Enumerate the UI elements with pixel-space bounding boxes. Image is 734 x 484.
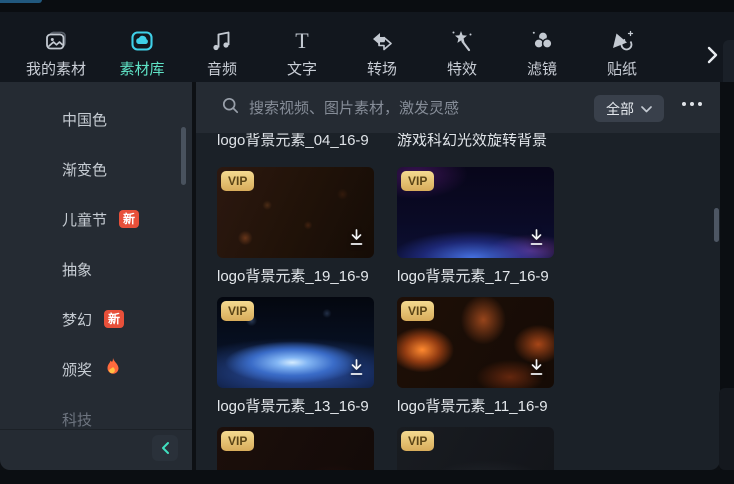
right-panel-stub <box>719 388 734 470</box>
sidebar-item-abstract[interactable]: 抽象 <box>0 244 192 294</box>
tab-library[interactable]: 素材库 <box>102 15 182 79</box>
window-top-strip <box>0 0 734 12</box>
effects-icon <box>449 27 476 55</box>
transition-icon <box>368 27 396 55</box>
toolbar-tabs: 我的素材 素材库 音频 T 文字 转场 特效 滤镜 贴纸 <box>0 15 662 79</box>
filters-icon <box>529 27 556 55</box>
asset-grid: logo背景元素_04_16-9 游戏科幻光效旋转背景 VIP logo背景元素_19… <box>196 133 720 470</box>
asset-card[interactable]: VIP logo背景元素_11_16-9 <box>397 297 554 416</box>
library-panel: 中国色 渐变色 儿童节新抽象 梦幻新颁奖 科技 搜索视频、图片素材，激发灵感 全部 <box>0 82 720 470</box>
tab-stickers[interactable]: 贴纸 <box>582 15 662 79</box>
adjacent-panel-edge <box>723 40 734 82</box>
asset-card[interactable]: VIP logo背景元素_17_16-9 <box>397 167 554 286</box>
sidebar-item-childrens-day[interactable]: 儿童节新 <box>0 194 192 244</box>
tab-transition[interactable]: 转场 <box>342 15 422 79</box>
tab-label: 贴纸 <box>606 61 637 78</box>
category-sidebar: 中国色 渐变色 儿童节新抽象 梦幻新颁奖 科技 <box>0 82 192 470</box>
flame-icon <box>104 357 122 382</box>
vip-badge: VIP <box>401 171 435 191</box>
vip-badge: VIP <box>401 301 435 321</box>
asset-card[interactable]: VIP logo背景元素_19_16-9 <box>217 167 374 286</box>
asset-title-partial: logo背景元素_04_16-9 <box>217 133 369 149</box>
vip-badge: VIP <box>221 171 255 191</box>
audio-icon <box>209 27 235 55</box>
toolbar-expand-chevron-icon[interactable] <box>702 42 722 68</box>
asset-title: logo背景元素_17_16-9 <box>397 268 549 285</box>
tab-label: 文字 <box>286 61 317 78</box>
download-icon[interactable] <box>528 228 545 252</box>
svg-text:T: T <box>295 28 309 53</box>
tab-filters[interactable]: 滤镜 <box>502 15 582 79</box>
asset-card[interactable]: VIP logo背景元素_13_16-9 <box>217 297 374 416</box>
text-icon: T <box>289 27 315 55</box>
search-row: 搜索视频、图片素材，激发灵感 全部 <box>196 82 720 133</box>
sticker-icon <box>608 27 636 55</box>
tab-label: 素材库 <box>119 61 165 78</box>
sidebar-item-chinese-colors[interactable]: 中国色 <box>0 94 192 144</box>
chevron-down-icon <box>641 100 652 118</box>
content-scrollbar[interactable] <box>714 208 719 242</box>
download-icon[interactable] <box>348 358 365 382</box>
asset-title: logo背景元素_19_16-9 <box>217 268 369 285</box>
window-logo-sliver <box>0 0 42 3</box>
vip-badge: VIP <box>221 301 255 321</box>
tab-text[interactable]: T 文字 <box>262 15 342 79</box>
asset-card[interactable]: VIP <box>397 427 554 470</box>
asset-title: logo背景元素_11_16-9 <box>397 398 548 415</box>
asset-thumbnail[interactable]: VIP <box>217 167 374 258</box>
tab-audio[interactable]: 音频 <box>182 15 262 79</box>
sidebar-collapse-button[interactable] <box>152 435 178 461</box>
more-options-button[interactable] <box>682 102 702 106</box>
tab-label: 音频 <box>206 61 237 78</box>
tab-label: 特效 <box>446 61 477 78</box>
new-badge: 新 <box>119 210 140 228</box>
category-label: 儿童节 <box>62 211 108 229</box>
sidebar-scrollbar[interactable] <box>181 127 186 185</box>
tab-label: 我的素材 <box>25 61 86 78</box>
filter-dropdown[interactable]: 全部 <box>594 95 664 122</box>
asset-thumbnail[interactable]: VIP <box>397 297 554 388</box>
tab-effects[interactable]: 特效 <box>422 15 502 79</box>
category-label: 抽象 <box>62 261 93 279</box>
asset-title: logo背景元素_13_16-9 <box>217 398 369 415</box>
tab-label: 滤镜 <box>526 61 557 78</box>
search-placeholder: 搜索视频、图片素材，激发灵感 <box>249 100 460 117</box>
asset-title-partial: 游戏科幻光效旋转背景 <box>397 133 548 149</box>
category-list: 中国色 渐变色 儿童节新抽象 梦幻新颁奖 科技 <box>0 94 192 444</box>
vip-badge: VIP <box>221 431 255 451</box>
download-icon[interactable] <box>348 228 365 252</box>
search-icon <box>222 97 239 119</box>
new-badge: 新 <box>104 310 125 328</box>
asset-card[interactable]: VIP <box>217 427 374 470</box>
asset-thumbnail[interactable]: VIP <box>397 427 554 470</box>
asset-thumbnail[interactable]: VIP <box>397 167 554 258</box>
library-icon <box>129 27 155 55</box>
category-label: 中国色 <box>62 111 108 129</box>
category-label: 梦幻 <box>62 311 93 329</box>
asset-thumbnail[interactable]: VIP <box>217 297 374 388</box>
sidebar-item-awards[interactable]: 颁奖 <box>0 344 192 394</box>
tab-my-media[interactable]: 我的素材 <box>10 15 102 79</box>
vip-badge: VIP <box>401 431 435 451</box>
main-toolbar: 我的素材 素材库 音频 T 文字 转场 特效 滤镜 贴纸 <box>0 12 734 82</box>
tab-label: 转场 <box>366 61 397 78</box>
asset-thumbnail[interactable]: VIP <box>217 427 374 470</box>
sidebar-item-gradient-colors[interactable]: 渐变色 <box>0 144 192 194</box>
sidebar-item-dreamy[interactable]: 梦幻新 <box>0 294 192 344</box>
my-media-icon <box>43 27 69 55</box>
category-label: 渐变色 <box>62 161 108 179</box>
category-label: 科技 <box>62 411 93 429</box>
download-icon[interactable] <box>528 358 545 382</box>
filter-selected-value: 全部 <box>606 100 634 117</box>
sidebar-footer <box>0 429 192 470</box>
category-label: 颁奖 <box>62 361 93 379</box>
asset-content-area: 搜索视频、图片素材，激发灵感 全部 logo背景元素_04_16-9 游戏科幻光效… <box>196 82 720 470</box>
